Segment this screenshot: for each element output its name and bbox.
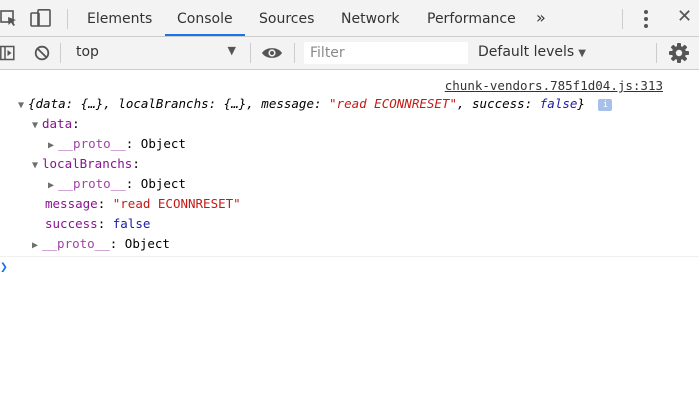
info-icon[interactable]: i	[598, 99, 613, 111]
toolbar-separator	[656, 43, 657, 63]
dropdown-arrow-icon: ▼	[227, 44, 236, 57]
tab-network[interactable]: Network	[341, 0, 399, 36]
devtools-tabbar: Elements Console Sources Network Perform…	[0, 0, 699, 37]
source-link[interactable]: chunk-vendors.785f1d04.js:313	[445, 78, 663, 93]
toolbar-separator	[60, 43, 61, 63]
tabbar-separator	[67, 9, 68, 29]
collapsed-triangle-icon[interactable]: ▶	[48, 140, 58, 151]
clear-console-icon[interactable]	[34, 45, 50, 61]
entry-divider	[0, 256, 699, 257]
dropdown-arrow-icon: ▼	[578, 48, 586, 59]
tab-sources[interactable]: Sources	[259, 0, 314, 36]
console-prompt-icon[interactable]: ❯	[0, 260, 8, 275]
tab-elements[interactable]: Elements	[87, 0, 152, 36]
filter-input[interactable]	[304, 42, 468, 64]
tree-row-success: success: false	[45, 216, 151, 231]
collapsed-triangle-icon[interactable]: ▶	[48, 180, 58, 191]
tree-row-data-proto[interactable]: ▶ __proto__: Object	[48, 136, 186, 151]
inspect-element-icon[interactable]	[0, 9, 18, 27]
customize-menu-icon[interactable]	[640, 10, 652, 28]
tab-console[interactable]: Console	[165, 0, 245, 36]
collapsed-triangle-icon[interactable]: ▶	[32, 240, 42, 251]
toolbar-separator	[294, 43, 295, 63]
context-selector-value: top	[76, 44, 99, 60]
close-devtools-icon[interactable]: ✕	[677, 6, 692, 27]
tree-row-message: message: "read ECONNRESET"	[45, 196, 241, 211]
tabbar-separator	[622, 9, 623, 29]
tab-performance[interactable]: Performance	[427, 0, 516, 36]
log-levels-label: Default levels	[478, 44, 575, 60]
expand-triangle-icon[interactable]: ▼	[18, 100, 28, 111]
console-toolbar: top ▼ Default levels▼	[0, 37, 699, 70]
tree-row-localbranchs-proto[interactable]: ▶ __proto__: Object	[48, 176, 186, 191]
expand-triangle-icon[interactable]: ▼	[32, 160, 42, 171]
live-expression-eye-icon[interactable]	[261, 45, 283, 61]
show-sidebar-icon[interactable]	[0, 45, 16, 61]
tree-row-localbranchs[interactable]: ▼ localBranchs:	[32, 156, 140, 171]
context-selector[interactable]: top ▼	[66, 41, 244, 65]
console-output: chunk-vendors.785f1d04.js:313 ▼ {data: {……	[0, 70, 699, 397]
tree-row-proto[interactable]: ▶ __proto__: Object	[32, 236, 170, 251]
console-settings-gear-icon[interactable]	[668, 42, 690, 64]
more-tabs-chevron-icon[interactable]: »	[536, 8, 546, 27]
expand-triangle-icon[interactable]: ▼	[32, 120, 42, 131]
object-summary[interactable]: ▼ {data: {…}, localBranchs: {…}, message:…	[18, 96, 613, 111]
device-toolbar-icon[interactable]	[30, 9, 52, 27]
tree-row-data[interactable]: ▼ data:	[32, 116, 80, 131]
toolbar-separator	[250, 43, 251, 63]
log-levels-dropdown[interactable]: Default levels ▼	[478, 44, 586, 60]
